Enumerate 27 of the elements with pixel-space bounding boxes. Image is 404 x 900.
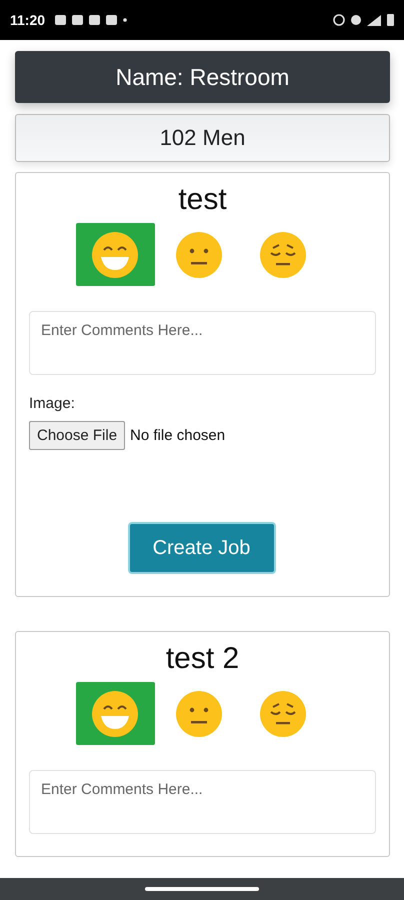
comment-field[interactable]: Enter Comments Here...: [29, 770, 376, 834]
neutral-face-icon: [175, 690, 223, 738]
battery-icon: [387, 14, 394, 26]
card-title: test 2: [166, 642, 240, 676]
file-status: No file chosen: [130, 427, 226, 444]
grinning-face-icon: [91, 690, 139, 738]
home-handle[interactable]: [145, 887, 259, 891]
notification-icon: [72, 15, 84, 25]
rating-button[interactable]: [76, 682, 154, 745]
sad-face-icon: [259, 230, 307, 278]
image-label: Image:: [29, 395, 76, 412]
header-title: Name: Restroom: [116, 64, 290, 90]
neutral-face-icon: [175, 230, 223, 278]
clock-time: 11:20: [10, 12, 46, 28]
create-job-button[interactable]: Create Job: [128, 522, 276, 574]
more-notifications-icon: [123, 18, 128, 22]
notification-icon: [106, 15, 118, 25]
choose-file-button[interactable]: Choose File: [29, 421, 126, 450]
comment-field[interactable]: Enter Comments Here...: [29, 311, 376, 375]
rating-button[interactable]: [76, 223, 154, 286]
location-label: 102 Men: [160, 125, 246, 151]
card-title: test: [178, 183, 227, 217]
notification-icon: [89, 15, 100, 25]
grinning-face-icon: [91, 230, 139, 278]
sad-face-icon: [259, 690, 307, 738]
signal-icon: [367, 14, 381, 26]
notification-icon: [55, 15, 66, 25]
